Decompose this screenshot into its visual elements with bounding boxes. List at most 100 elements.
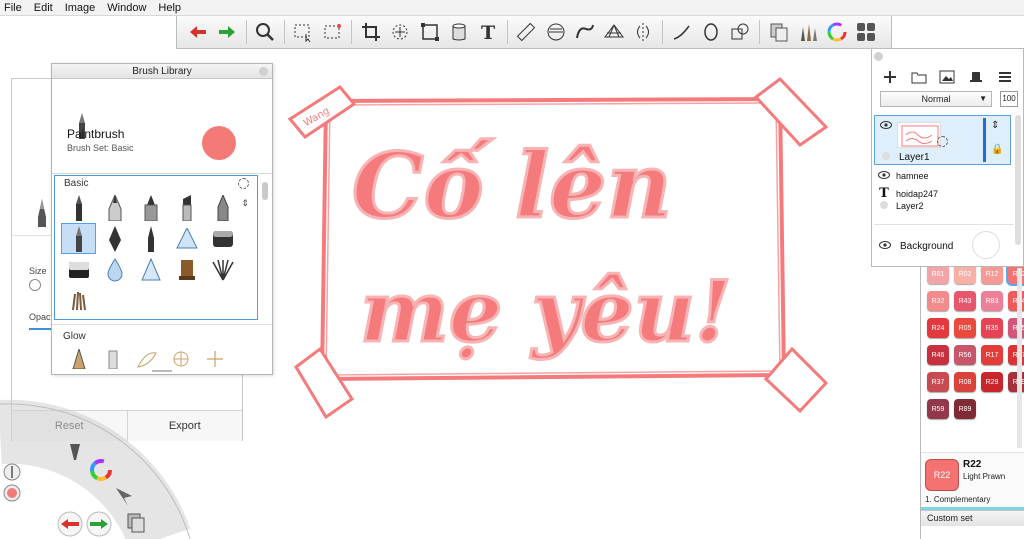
shapes-button[interactable] bbox=[728, 19, 753, 45]
color-swatch[interactable]: R89 bbox=[954, 399, 976, 419]
color-swatch[interactable]: R81 bbox=[927, 264, 949, 284]
color-swatch[interactable]: R56 bbox=[954, 345, 976, 365]
color-swatch[interactable]: R05 bbox=[954, 318, 976, 338]
brush-fan[interactable] bbox=[205, 254, 240, 285]
color-swatch[interactable]: R59 bbox=[927, 399, 949, 419]
glow-brush-1[interactable] bbox=[62, 348, 96, 370]
brush-stamp[interactable] bbox=[169, 254, 204, 285]
add-image-icon[interactable] bbox=[938, 68, 956, 86]
eye-icon[interactable] bbox=[880, 121, 892, 129]
layer-row[interactable]: hamnee bbox=[878, 171, 929, 181]
resize-grip[interactable] bbox=[152, 370, 172, 372]
color-swatch[interactable]: R02 bbox=[954, 264, 976, 284]
lasso-button[interactable] bbox=[320, 19, 345, 45]
brush-options-icon[interactable] bbox=[238, 178, 249, 189]
layer-menu-icon[interactable] bbox=[996, 68, 1014, 86]
reorder-icon[interactable]: ⇕ bbox=[991, 120, 999, 131]
brush-calligraphy[interactable] bbox=[97, 223, 132, 254]
custom-set-header[interactable]: Custom set bbox=[921, 510, 1024, 526]
glow-brush-2[interactable] bbox=[96, 348, 130, 370]
layer-opacity-button[interactable]: 100 bbox=[1000, 91, 1018, 107]
lock-icon[interactable]: 🔒 bbox=[991, 144, 1003, 155]
glow-brush-5[interactable] bbox=[198, 348, 232, 370]
blend-mode-select[interactable]: Normal ▼ bbox=[880, 91, 992, 107]
stroke-button[interactable] bbox=[669, 19, 694, 45]
select-button[interactable] bbox=[291, 19, 316, 45]
close-icon[interactable] bbox=[874, 52, 883, 61]
brush-cone[interactable] bbox=[133, 254, 168, 285]
layer-row[interactable]: T hoidap247 bbox=[878, 186, 938, 201]
color-swatch[interactable]: R17 bbox=[981, 345, 1003, 365]
brush-fine[interactable] bbox=[133, 223, 168, 254]
brush-airbrush[interactable] bbox=[169, 223, 204, 254]
glow-brush-4[interactable] bbox=[164, 348, 198, 370]
clear-layer-icon[interactable] bbox=[967, 68, 985, 86]
crop-button[interactable] bbox=[358, 19, 383, 45]
layers-button[interactable] bbox=[854, 19, 879, 45]
color-swatch[interactable]: R29 bbox=[981, 372, 1003, 392]
menu-file[interactable]: File bbox=[4, 2, 22, 14]
brush-marker[interactable] bbox=[133, 192, 168, 223]
brush-water[interactable] bbox=[97, 254, 132, 285]
export-button[interactable]: Export bbox=[128, 411, 243, 441]
brush-chisel[interactable] bbox=[169, 192, 204, 223]
menu-edit[interactable]: Edit bbox=[34, 2, 53, 14]
brush-library-scrollbar[interactable] bbox=[262, 182, 268, 200]
color-swatch[interactable]: R35 bbox=[981, 318, 1003, 338]
color-wheel-button[interactable] bbox=[824, 19, 849, 45]
undo-button[interactable] bbox=[185, 19, 210, 45]
ellipse-guide-button[interactable] bbox=[543, 19, 568, 45]
brush-paintbrush-selected[interactable] bbox=[61, 223, 96, 254]
color-swatch[interactable]: R83 bbox=[981, 291, 1003, 311]
brush-pencil[interactable] bbox=[61, 192, 96, 223]
color-swatch[interactable]: R46 bbox=[927, 345, 949, 365]
selected-color-swatch[interactable]: R22 bbox=[925, 459, 959, 491]
transform-button[interactable] bbox=[388, 19, 413, 45]
color-scrollbar[interactable] bbox=[1017, 268, 1022, 448]
eye-icon[interactable] bbox=[879, 241, 891, 249]
color-swatch[interactable]: R08 bbox=[954, 372, 976, 392]
ruler-button[interactable] bbox=[514, 19, 539, 45]
text-button[interactable]: T bbox=[475, 19, 500, 45]
color-swatch[interactable]: R32 bbox=[927, 291, 949, 311]
eye-icon[interactable] bbox=[878, 171, 890, 181]
zoom-button[interactable] bbox=[253, 19, 278, 45]
color-swatch[interactable]: R43 bbox=[954, 291, 976, 311]
brush-ink[interactable] bbox=[205, 192, 240, 223]
layer-row[interactable]: Layer2 bbox=[878, 201, 924, 211]
brush-hard-eraser[interactable] bbox=[205, 223, 240, 254]
brush-ballpoint[interactable] bbox=[97, 192, 132, 223]
copy-paste-button[interactable] bbox=[766, 19, 791, 45]
layer-radio[interactable] bbox=[882, 152, 890, 160]
brush-color-swatch[interactable] bbox=[202, 126, 236, 160]
background-color-swatch[interactable] bbox=[972, 231, 1000, 259]
brush-library-button[interactable] bbox=[795, 19, 820, 45]
fill-button[interactable] bbox=[446, 19, 471, 45]
redo-button[interactable] bbox=[214, 19, 239, 45]
menu-window[interactable]: Window bbox=[107, 2, 146, 14]
layer-radio[interactable] bbox=[878, 201, 890, 211]
opacity-slider[interactable] bbox=[29, 328, 53, 330]
menu-image[interactable]: Image bbox=[65, 2, 96, 14]
toolbar-separator bbox=[283, 20, 285, 44]
brush-soft-eraser[interactable] bbox=[61, 254, 96, 285]
reset-button[interactable]: Reset bbox=[12, 411, 128, 441]
size-slider-knob[interactable] bbox=[29, 279, 41, 291]
menu-help[interactable]: Help bbox=[158, 2, 181, 14]
ellipse-button[interactable] bbox=[698, 19, 723, 45]
add-layer-icon[interactable] bbox=[881, 68, 899, 86]
color-swatch[interactable]: R37 bbox=[927, 372, 949, 392]
color-swatch[interactable]: R12 bbox=[981, 264, 1003, 284]
symmetry-button[interactable] bbox=[631, 19, 656, 45]
color-swatch[interactable]: R24 bbox=[927, 318, 949, 338]
layer-row-selected[interactable]: Layer1 ⇕ 🔒 bbox=[874, 115, 1011, 165]
perspective-button[interactable] bbox=[602, 19, 627, 45]
layer-row-background[interactable]: Background bbox=[874, 224, 1014, 262]
brush-bristle[interactable] bbox=[61, 285, 96, 316]
close-icon[interactable] bbox=[259, 67, 268, 76]
french-curve-button[interactable] bbox=[572, 19, 597, 45]
distort-button[interactable] bbox=[417, 19, 442, 45]
glow-brush-3[interactable] bbox=[130, 348, 164, 370]
layer-group-icon[interactable] bbox=[910, 68, 928, 86]
layer-scrollbar[interactable] bbox=[1015, 115, 1021, 245]
